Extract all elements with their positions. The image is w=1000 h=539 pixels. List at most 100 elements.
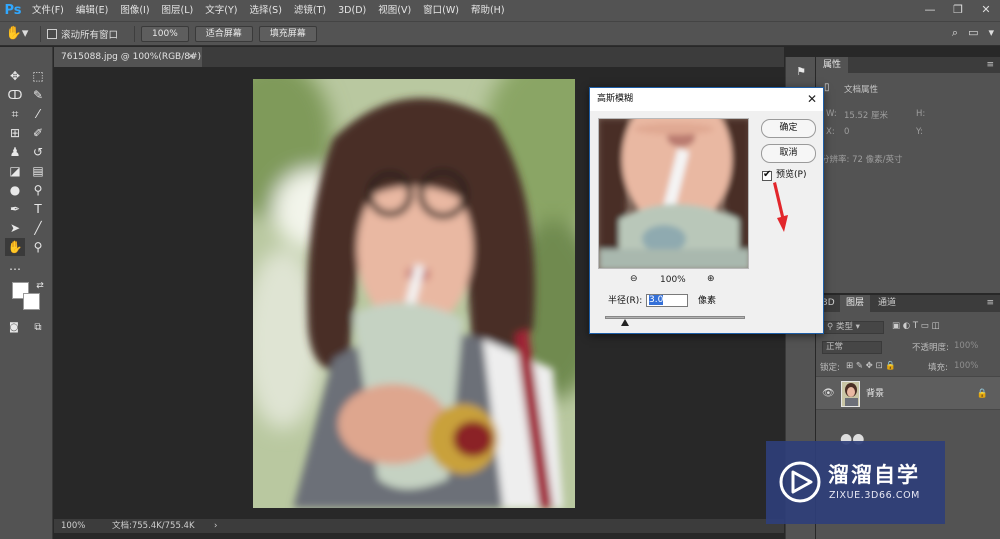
panel-menu-icon[interactable]: ≡ (986, 57, 994, 73)
eraser-tool-icon[interactable]: ◪ (5, 162, 25, 180)
ps-logo: Ps (4, 3, 22, 18)
marquee-tool-icon[interactable]: ⬚ (28, 67, 48, 85)
gradient-tool-icon[interactable]: ▤ (28, 162, 48, 180)
zoom-in-icon[interactable]: ⊕ (707, 274, 715, 284)
radius-slider-thumb[interactable] (621, 319, 629, 326)
menu-select[interactable]: 选择(S) (243, 0, 287, 21)
eyedropper-tool-icon[interactable]: ⁄ (28, 105, 48, 123)
blend-mode-select[interactable]: 正常 (822, 341, 882, 354)
options-right: ⌕ ▭ ▾ (952, 26, 994, 40)
line-tool-icon[interactable]: ╱ (28, 219, 48, 237)
fit-screen-button[interactable]: 适合屏幕 (194, 25, 253, 42)
zoom-100-button[interactable]: 100% (141, 25, 189, 42)
dialog-close-icon[interactable]: ✕ (807, 88, 817, 111)
dodge-tool-icon[interactable]: ⚲ (28, 181, 48, 199)
preview-checkbox[interactable]: ✔ (762, 169, 772, 181)
prop-x-value[interactable]: 0 (844, 127, 849, 137)
history-panel-icon[interactable]: ⚑ (791, 63, 811, 81)
move-tool-icon[interactable]: ✥ (5, 67, 25, 85)
blur-preview[interactable] (598, 118, 749, 269)
menu-edit[interactable]: 编辑(E) (70, 0, 114, 21)
dialog-title: 高斯模糊 (597, 94, 634, 104)
minimize-icon[interactable]: — (916, 0, 944, 21)
crop-tool-icon[interactable]: ⌗ (5, 105, 25, 123)
hand-icon[interactable]: ✋▾ (0, 26, 34, 41)
document-tab-close-icon[interactable]: × (187, 47, 199, 67)
status-bar: 100% 文档:755.4K/755.4K › (54, 519, 784, 533)
kind-filter-value: 类型 (835, 322, 853, 332)
preview-label[interactable]: 预览(P) (776, 168, 806, 182)
status-arrow-icon[interactable]: › (214, 519, 217, 533)
canvas-photo[interactable] (253, 79, 575, 508)
prop-w-value[interactable]: 15.52 厘米 (844, 109, 888, 121)
menu-image[interactable]: 图像(I) (114, 0, 155, 21)
menu-3d[interactable]: 3D(D) (332, 0, 372, 21)
red-arrow-annotation (773, 182, 788, 232)
status-zoom[interactable]: 100% (61, 519, 85, 533)
type-tool-icon[interactable]: T (28, 200, 48, 218)
search-icon[interactable]: ⌕ (952, 26, 958, 40)
path-select-tool-icon[interactable]: ➤ (5, 219, 25, 237)
stamp-tool-icon[interactable]: ♟ (5, 143, 25, 161)
eye-icon[interactable]: 👁 (822, 377, 835, 411)
more-tools-icon[interactable]: … (5, 257, 25, 275)
screen-mode-icon[interactable]: ⧉ (28, 319, 48, 337)
scroll-all-checkbox[interactable] (47, 28, 57, 39)
radius-label: 半径(R): (608, 296, 643, 306)
play-logo-icon (779, 461, 821, 503)
cancel-button[interactable]: 取消 (761, 144, 816, 163)
properties-panel: 属性 ≡ ▯ 文档属性 W: 15.52 厘米 H: X: 0 Y: 分辨率: … (816, 57, 1000, 293)
separator (40, 25, 41, 42)
watermark: 溜溜自学 ZIXUE.3D66.COM (766, 441, 945, 524)
swap-colors-icon[interactable]: ⇄ (30, 277, 50, 295)
ok-button[interactable]: 确定 (761, 119, 816, 138)
zoom-tool-icon[interactable]: ⚲ (28, 238, 48, 256)
window-controls: — ❐ ✕ (916, 0, 1000, 21)
quick-mask-icon[interactable]: ◙ (4, 319, 24, 337)
zoom-out-icon[interactable]: ⊖ (630, 274, 638, 284)
lasso-tool-icon[interactable]: ↀ (5, 86, 25, 104)
watermark-url: ZIXUE.3D66.COM (829, 490, 920, 501)
menu-help[interactable]: 帮助(H) (465, 0, 511, 21)
pen-tool-icon[interactable]: ✒ (5, 200, 25, 218)
fill-screen-button[interactable]: 填充屏幕 (258, 25, 317, 42)
layer-row-background[interactable]: 👁 背景 🔒 (816, 376, 1000, 410)
menu-file[interactable]: 文件(F) (26, 0, 70, 21)
tab-layers[interactable]: 图层 (840, 295, 871, 312)
filter-icons[interactable]: ▣ ◐ T ▭ ◫ (892, 321, 940, 331)
lock-icons[interactable]: ⊞ ✎ ✥ ⊡ 🔒 (846, 361, 896, 371)
dialog-titlebar[interactable]: 高斯模糊 ✕ (590, 88, 823, 111)
scroll-all-label: 滚动所有窗口 (61, 29, 119, 41)
document-tab[interactable]: 7615088.jpg @ 100%(RGB/8#) × (54, 47, 202, 67)
tab-channels[interactable]: 通道 (872, 295, 902, 312)
workspace-icon[interactable]: ▭ (968, 26, 978, 40)
hand-tool-icon[interactable]: ✋ (5, 238, 25, 256)
menu-layer[interactable]: 图层(L) (156, 0, 200, 21)
fill-value[interactable]: 100% (954, 361, 978, 371)
background-color[interactable] (23, 293, 40, 310)
menu-window[interactable]: 窗口(W) (417, 0, 465, 21)
close-icon[interactable]: ✕ (972, 0, 1000, 21)
kind-filter-select[interactable]: ⚲ 类型 ▾ (822, 321, 884, 334)
quick-select-tool-icon[interactable]: ✎ (28, 86, 48, 104)
healing-tool-icon[interactable]: ⊞ (5, 124, 25, 142)
document-icon: ▯ (824, 82, 830, 93)
menu-view[interactable]: 视图(V) (372, 0, 417, 21)
history-brush-icon[interactable]: ↺ (28, 143, 48, 161)
tools-panel: ✥ ⬚ ↀ ✎ ⌗ ⁄ ⊞ ✐ ♟ ↺ ◪ ▤ ● ⚲ ✒ T ➤ ╱ ✋ ⚲ … (0, 47, 53, 539)
tab-properties[interactable]: 属性 (816, 57, 849, 73)
blur-tool-icon[interactable]: ● (5, 181, 25, 199)
workspace-menu-icon[interactable]: ▾ (988, 26, 994, 40)
menu-filter[interactable]: 滤镜(T) (288, 0, 332, 21)
brush-tool-icon[interactable]: ✐ (28, 124, 48, 142)
prop-resolution: 分辨率: 72 像素/英寸 (821, 155, 903, 165)
layer-name[interactable]: 背景 (866, 377, 884, 411)
layer-thumbnail (841, 381, 860, 407)
prop-h-label: H: (916, 109, 926, 119)
opacity-value[interactable]: 100% (954, 341, 978, 351)
menu-type[interactable]: 文字(Y) (199, 0, 243, 21)
separator (134, 25, 136, 42)
restore-icon[interactable]: ❐ (944, 0, 972, 21)
layers-menu-icon[interactable]: ≡ (986, 295, 994, 311)
radius-input[interactable]: 3.0 (646, 294, 688, 307)
